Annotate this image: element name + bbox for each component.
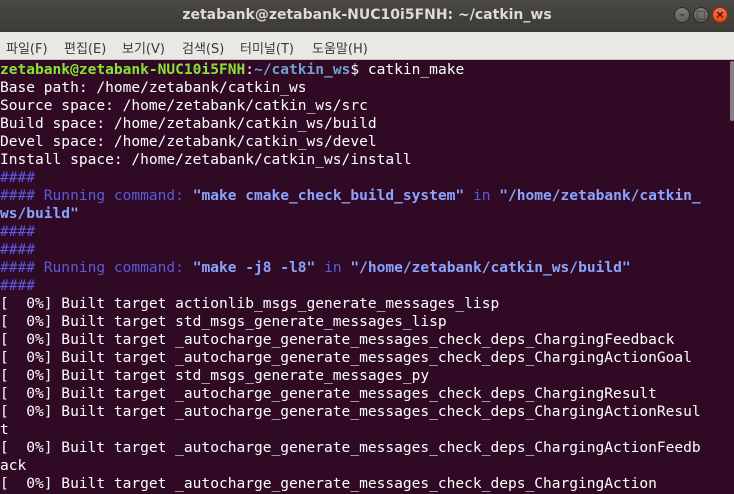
minimize-button[interactable]: – bbox=[674, 7, 690, 23]
terminal-text: [ 0%] Built target std_msgs_generate_mes… bbox=[0, 313, 447, 330]
prompt-user-host: zetabank@zetabank-NUC10i5FNH bbox=[0, 61, 246, 78]
terminal-text: "make -j8 -l8" bbox=[192, 259, 316, 276]
close-button[interactable]: × bbox=[712, 7, 728, 23]
terminal-line: [ 0%] Built target _autocharge_generate_… bbox=[0, 475, 730, 493]
terminal-text: "/home/zetabank/catkin_ws/build" bbox=[350, 259, 631, 276]
terminal-output[interactable]: zetabank@zetabank-NUC10i5FNH:~/catkin_ws… bbox=[0, 61, 730, 494]
terminal-text: #### bbox=[0, 277, 36, 294]
terminal-line: [ 0%] Built target std_msgs_generate_mes… bbox=[0, 367, 730, 385]
terminal-line: #### bbox=[0, 169, 730, 187]
terminal-line: [ 0%] Built target _autocharge_generate_… bbox=[0, 385, 730, 403]
terminal-text: Install space: /home/zetabank/catkin_ws/… bbox=[0, 151, 412, 168]
terminal-text: #### Running command: bbox=[0, 259, 193, 276]
terminal-line: Source space: /home/zetabank/catkin_ws/s… bbox=[0, 97, 730, 115]
prompt-colon: : bbox=[245, 61, 254, 78]
terminal-line: ws/build" bbox=[0, 205, 730, 223]
terminal-line: [ 0%] Built target actionlib_msgs_genera… bbox=[0, 295, 730, 313]
terminal-text: [ 0%] Built target std_msgs_generate_mes… bbox=[0, 367, 430, 384]
prompt-symbol: $ bbox=[350, 61, 368, 78]
terminal-text: Source space: /home/zetabank/catkin_ws/s… bbox=[0, 97, 368, 114]
menu-bar: 파일(F) 편집(E) 보기(V) 검색(S) 터미널(T) 도움말(H) bbox=[0, 32, 734, 60]
terminal-text: [ 0%] Built target actionlib_msgs_genera… bbox=[0, 295, 500, 312]
prompt-line: zetabank@zetabank-NUC10i5FNH:~/catkin_ws… bbox=[0, 61, 730, 79]
terminal-line: Build space: /home/zetabank/catkin_ws/bu… bbox=[0, 115, 730, 133]
menu-help[interactable]: 도움말(H) bbox=[312, 38, 368, 57]
menu-terminal[interactable]: 터미널(T) bbox=[240, 38, 294, 57]
window-title: zetabank@zetabank-NUC10i5FNH: ~/catkin_w… bbox=[182, 7, 552, 23]
scrollbar-thumb[interactable] bbox=[730, 61, 734, 121]
terminal-text: [ 0%] Built target _autocharge_generate_… bbox=[0, 439, 701, 456]
terminal-text: #### Running command: bbox=[0, 187, 193, 204]
terminal-text: #### bbox=[0, 223, 36, 240]
terminal-text: [ 0%] Built target _autocharge_generate_… bbox=[0, 475, 657, 492]
terminal-text: Build space: /home/zetabank/catkin_ws/bu… bbox=[0, 115, 377, 132]
terminal-line: [ 0%] Built target std_msgs_generate_mes… bbox=[0, 313, 730, 331]
maximize-button[interactable]: □ bbox=[693, 7, 709, 23]
terminal-text: t bbox=[0, 421, 9, 438]
terminal-line: Devel space: /home/zetabank/catkin_ws/de… bbox=[0, 133, 730, 151]
output-lines: Base path: /home/zetabank/catkin_ws Sourc… bbox=[0, 79, 730, 493]
terminal-window: zetabank@zetabank-NUC10i5FNH: ~/catkin_w… bbox=[0, 0, 734, 494]
menu-file[interactable]: 파일(F) bbox=[6, 38, 48, 57]
terminal-line: [ 0%] Built target _autocharge_generate_… bbox=[0, 331, 730, 349]
scrollbar[interactable] bbox=[730, 61, 734, 494]
terminal-text: "/home/zetabank/catkin_ bbox=[499, 187, 701, 204]
menu-view[interactable]: 보기(V) bbox=[122, 38, 165, 57]
terminal-line: #### bbox=[0, 277, 730, 295]
terminal-text: [ 0%] Built target _autocharge_generate_… bbox=[0, 331, 675, 348]
terminal-text: [ 0%] Built target _autocharge_generate_… bbox=[0, 349, 692, 366]
terminal-line: t bbox=[0, 421, 730, 439]
terminal-text: [ 0%] Built target _autocharge_generate_… bbox=[0, 385, 657, 402]
terminal-text: #### bbox=[0, 241, 36, 258]
terminal-text: [ 0%] Built target _autocharge_generate_… bbox=[0, 403, 701, 420]
terminal-line: #### Running command: "make cmake_check_… bbox=[0, 187, 730, 205]
title-bar[interactable]: zetabank@zetabank-NUC10i5FNH: ~/catkin_w… bbox=[0, 0, 734, 32]
terminal-line: Install space: /home/zetabank/catkin_ws/… bbox=[0, 151, 730, 169]
terminal-text: ws/build" bbox=[0, 205, 79, 222]
prompt-command: catkin_make bbox=[367, 61, 465, 78]
prompt-path: ~/catkin_ws bbox=[254, 61, 351, 78]
terminal-line: Base path: /home/zetabank/catkin_ws bbox=[0, 79, 730, 97]
terminal-line: #### bbox=[0, 241, 730, 259]
terminal-text: Base path: /home/zetabank/catkin_ws bbox=[0, 79, 307, 96]
terminal-line: #### Running command: "make -j8 -l8" in … bbox=[0, 259, 730, 277]
terminal-text: "make cmake_check_build_system" bbox=[192, 187, 465, 204]
terminal-text: ack bbox=[0, 457, 27, 474]
terminal-line: [ 0%] Built target _autocharge_generate_… bbox=[0, 439, 730, 457]
terminal-text: Devel space: /home/zetabank/catkin_ws/de… bbox=[0, 133, 377, 150]
terminal-line: [ 0%] Built target _autocharge_generate_… bbox=[0, 349, 730, 367]
terminal-text: in bbox=[464, 187, 500, 204]
terminal-line: [ 0%] Built target _autocharge_generate_… bbox=[0, 403, 730, 421]
terminal-line: #### bbox=[0, 223, 730, 241]
menu-edit[interactable]: 편집(E) bbox=[64, 38, 106, 57]
menu-search[interactable]: 검색(S) bbox=[182, 38, 224, 57]
terminal-line: ack bbox=[0, 457, 730, 475]
terminal-text: in bbox=[315, 259, 351, 276]
terminal-text: #### bbox=[0, 169, 36, 186]
